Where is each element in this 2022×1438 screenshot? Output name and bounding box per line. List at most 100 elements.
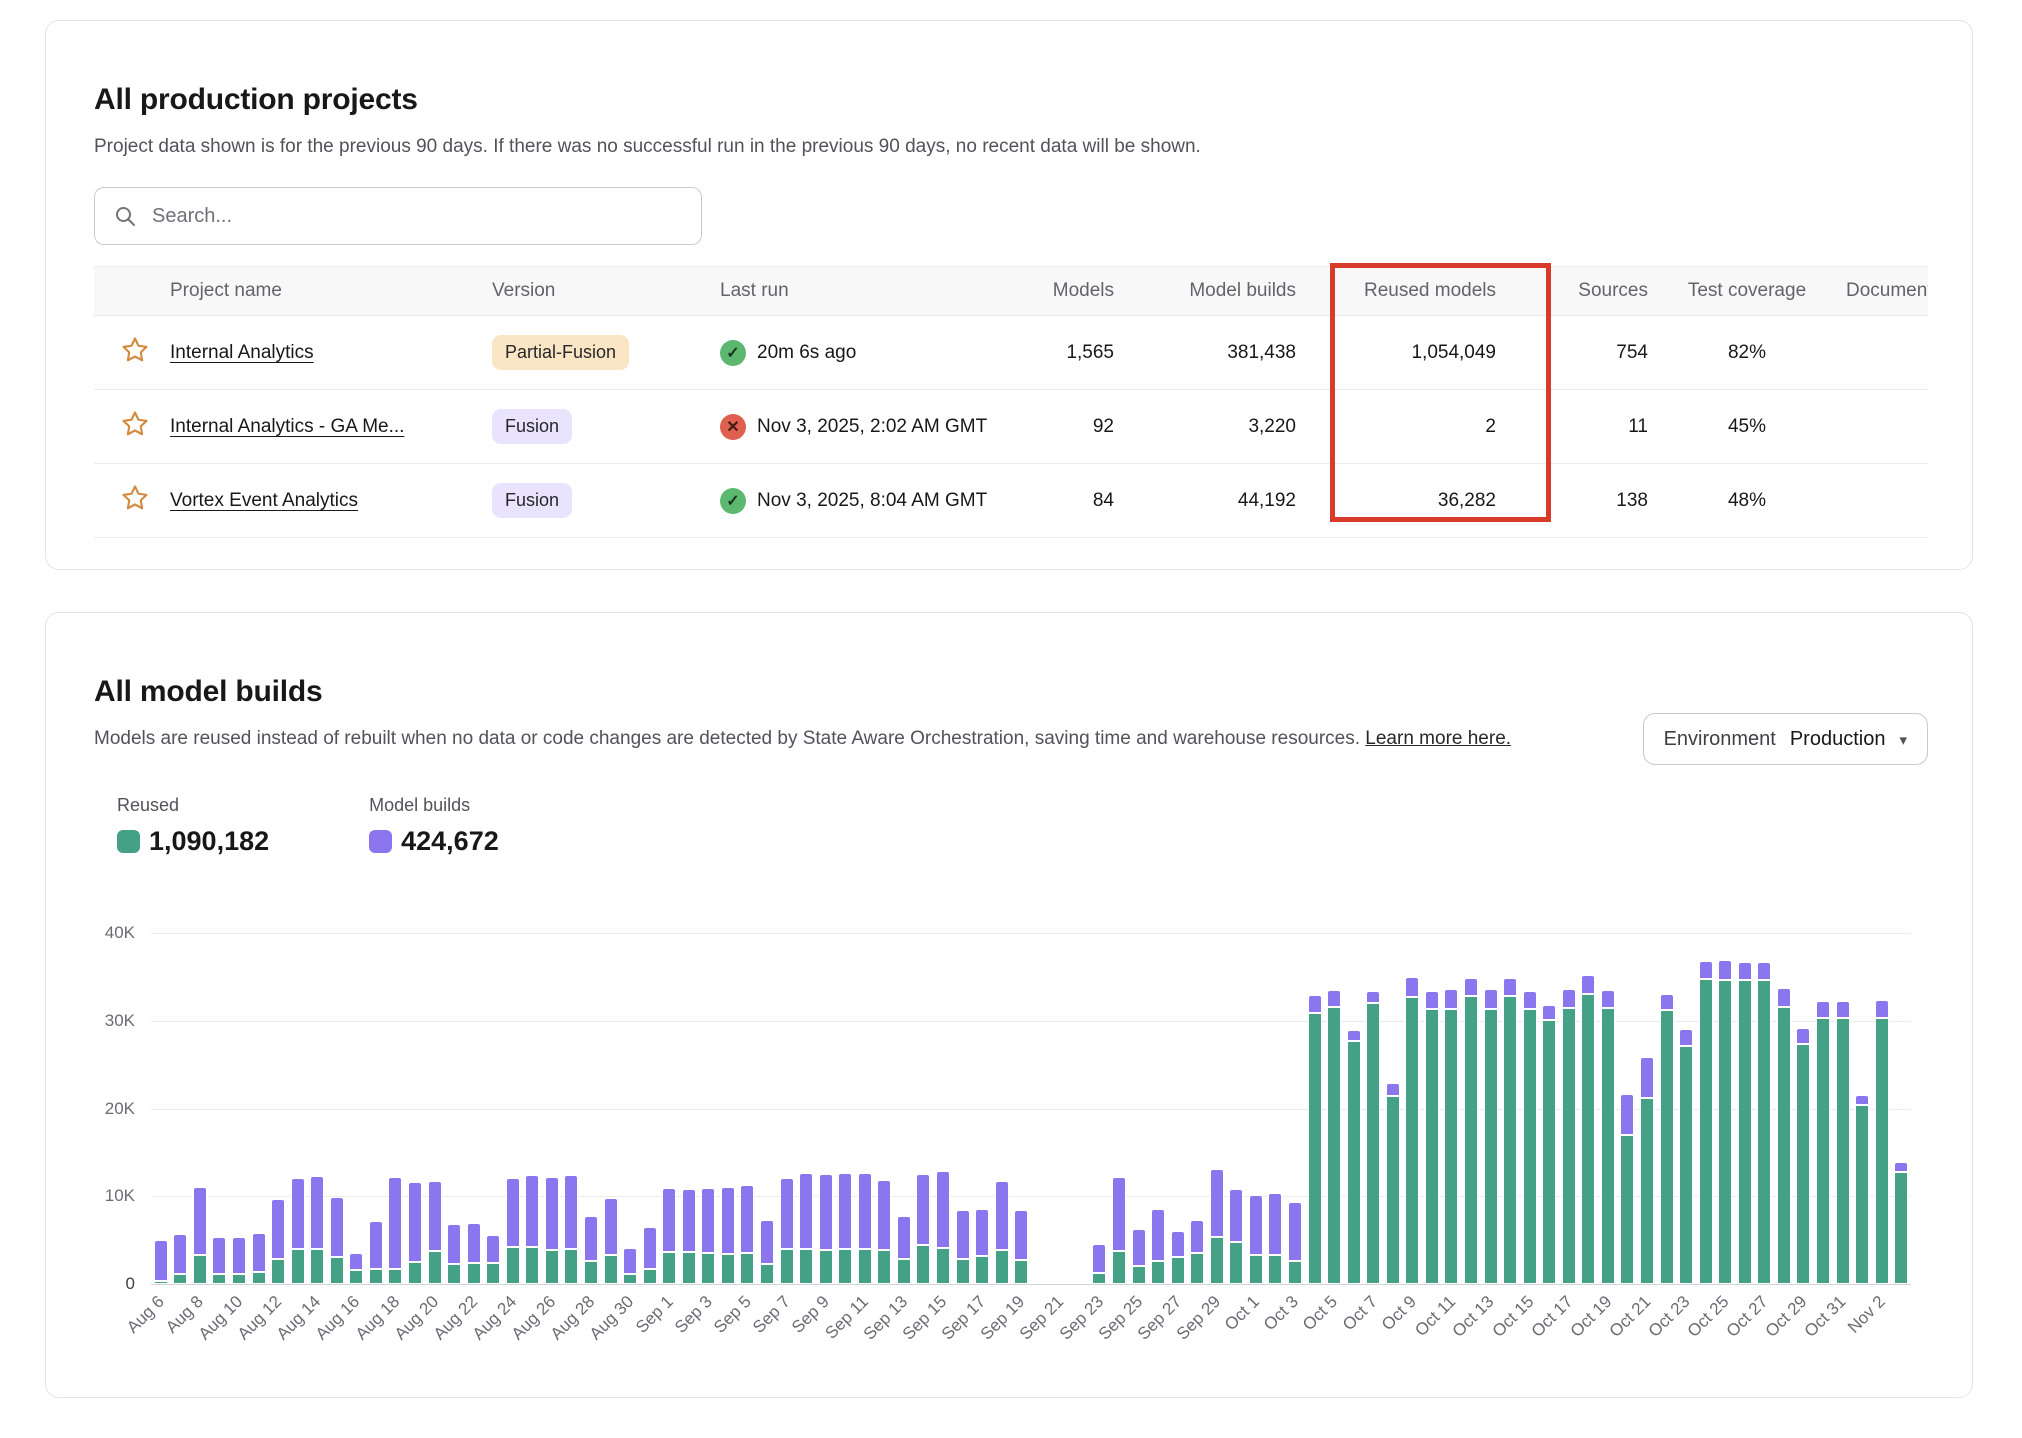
bar-segment-model-builds[interactable] — [349, 1253, 363, 1270]
bar-segment-model-builds[interactable] — [1620, 1094, 1634, 1134]
bar-segment-model-builds[interactable] — [1229, 1189, 1243, 1242]
bar-segment-model-builds[interactable] — [310, 1176, 324, 1249]
bar-segment-reused[interactable] — [506, 1247, 520, 1284]
bar-segment-model-builds[interactable] — [760, 1220, 774, 1264]
bar-segment-model-builds[interactable] — [467, 1223, 481, 1263]
bar-segment-reused[interactable] — [1210, 1237, 1224, 1284]
bar-segment-reused[interactable] — [975, 1256, 989, 1284]
bar-segment-reused[interactable] — [1620, 1135, 1634, 1284]
bar-segment-model-builds[interactable] — [1562, 989, 1576, 1007]
bar-segment-reused[interactable] — [1151, 1261, 1165, 1284]
bar-segment-model-builds[interactable] — [1268, 1193, 1282, 1255]
bar-segment-reused[interactable] — [1308, 1013, 1322, 1284]
bar-segment-reused[interactable] — [310, 1249, 324, 1284]
bar-segment-model-builds[interactable] — [408, 1182, 422, 1262]
bar-segment-model-builds[interactable] — [1249, 1195, 1263, 1256]
bar-segment-reused[interactable] — [1444, 1009, 1458, 1285]
bar-segment-reused[interactable] — [760, 1264, 774, 1284]
bar-segment-reused[interactable] — [1092, 1273, 1106, 1284]
bar-segment-reused[interactable] — [1757, 980, 1771, 1285]
bar-segment-reused[interactable] — [877, 1250, 891, 1284]
bar-segment-reused[interactable] — [408, 1262, 422, 1284]
bar-segment-reused[interactable] — [1171, 1257, 1185, 1284]
bar-segment-model-builds[interactable] — [212, 1237, 226, 1275]
search-box[interactable] — [94, 187, 702, 245]
bar-segment-reused[interactable] — [1249, 1255, 1263, 1284]
bar-segment-reused[interactable] — [584, 1261, 598, 1284]
bar-segment-reused[interactable] — [819, 1250, 833, 1284]
favorite-star-button[interactable] — [120, 335, 150, 365]
bar-segment-reused[interactable] — [1542, 1020, 1556, 1284]
bar-segment-model-builds[interactable] — [1308, 995, 1322, 1013]
bar-segment-reused[interactable] — [1503, 996, 1517, 1284]
bar-segment-model-builds[interactable] — [1855, 1095, 1869, 1106]
bar-segment-model-builds[interactable] — [388, 1177, 402, 1269]
bar-segment-reused[interactable] — [799, 1249, 813, 1284]
bar-segment-model-builds[interactable] — [564, 1175, 578, 1249]
bar-segment-reused[interactable] — [545, 1250, 559, 1284]
bar-segment-reused[interactable] — [1718, 980, 1732, 1285]
bar-segment-model-builds[interactable] — [291, 1178, 305, 1249]
bar-segment-reused[interactable] — [193, 1255, 207, 1284]
bar-segment-reused[interactable] — [1484, 1009, 1498, 1285]
bar-segment-model-builds[interactable] — [936, 1171, 950, 1248]
bar-segment-reused[interactable] — [252, 1272, 266, 1284]
bar-segment-reused[interactable] — [330, 1257, 344, 1284]
bar-segment-model-builds[interactable] — [1679, 1029, 1693, 1047]
bar-segment-reused[interactable] — [173, 1274, 187, 1285]
bar-segment-model-builds[interactable] — [1014, 1210, 1028, 1260]
bar-segment-reused[interactable] — [1601, 1008, 1615, 1284]
bar-segment-model-builds[interactable] — [1660, 994, 1674, 1011]
bar-segment-model-builds[interactable] — [1464, 978, 1478, 996]
bar-segment-model-builds[interactable] — [1405, 977, 1419, 997]
bar-segment-model-builds[interactable] — [1523, 991, 1537, 1009]
bar-segment-model-builds[interactable] — [1092, 1244, 1106, 1273]
bar-segment-model-builds[interactable] — [271, 1199, 285, 1259]
bar-segment-model-builds[interactable] — [1738, 962, 1752, 980]
bar-segment-reused[interactable] — [1738, 980, 1752, 1285]
bar-segment-model-builds[interactable] — [956, 1210, 970, 1259]
bar-segment-reused[interactable] — [447, 1264, 461, 1284]
bar-segment-model-builds[interactable] — [1699, 961, 1713, 979]
bar-segment-reused[interactable] — [1327, 1007, 1341, 1284]
bar-segment-reused[interactable] — [1112, 1251, 1126, 1284]
bar-segment-reused[interactable] — [564, 1249, 578, 1284]
bar-segment-reused[interactable] — [291, 1249, 305, 1284]
bar-segment-reused[interactable] — [1699, 979, 1713, 1284]
bar-segment-model-builds[interactable] — [428, 1181, 442, 1251]
bar-segment-reused[interactable] — [1581, 994, 1595, 1285]
bar-segment-reused[interactable] — [1875, 1018, 1889, 1284]
bar-segment-reused[interactable] — [995, 1250, 1009, 1284]
favorite-star-button[interactable] — [120, 483, 150, 513]
favorite-star-button[interactable] — [120, 409, 150, 439]
bar-segment-reused[interactable] — [1894, 1172, 1908, 1284]
bar-segment-reused[interactable] — [1347, 1041, 1361, 1284]
bar-segment-reused[interactable] — [1229, 1242, 1243, 1284]
bar-segment-reused[interactable] — [349, 1270, 363, 1284]
bar-segment-model-builds[interactable] — [623, 1248, 637, 1273]
bar-segment-model-builds[interactable] — [1816, 1001, 1830, 1019]
bar-segment-model-builds[interactable] — [1777, 988, 1791, 1006]
bar-segment-reused[interactable] — [936, 1248, 950, 1284]
bar-segment-model-builds[interactable] — [1581, 975, 1595, 993]
bar-segment-reused[interactable] — [1405, 997, 1419, 1284]
bar-segment-model-builds[interactable] — [1718, 960, 1732, 979]
bar-segment-reused[interactable] — [467, 1263, 481, 1284]
bar-segment-model-builds[interactable] — [877, 1180, 891, 1250]
bar-segment-model-builds[interactable] — [1386, 1083, 1400, 1096]
bar-segment-reused[interactable] — [662, 1252, 676, 1284]
bar-segment-model-builds[interactable] — [1327, 990, 1341, 1007]
bar-segment-reused[interactable] — [388, 1269, 402, 1284]
bar-segment-model-builds[interactable] — [584, 1216, 598, 1261]
bar-segment-reused[interactable] — [1640, 1098, 1654, 1284]
bar-segment-model-builds[interactable] — [916, 1174, 930, 1244]
bar-segment-model-builds[interactable] — [780, 1178, 794, 1249]
bar-segment-model-builds[interactable] — [1836, 1001, 1850, 1019]
project-name-link[interactable]: Vortex Event Analytics — [170, 490, 358, 511]
bar-segment-reused[interactable] — [701, 1253, 715, 1284]
bar-segment-model-builds[interactable] — [252, 1233, 266, 1272]
bar-segment-reused[interactable] — [1464, 996, 1478, 1284]
bar-segment-reused[interactable] — [154, 1281, 168, 1284]
bar-segment-model-builds[interactable] — [154, 1240, 168, 1281]
bar-segment-reused[interactable] — [1679, 1046, 1693, 1284]
